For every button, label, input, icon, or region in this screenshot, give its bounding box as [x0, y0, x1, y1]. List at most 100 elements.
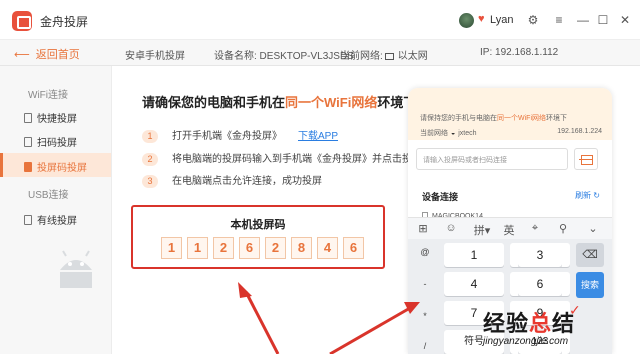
- refresh-icon: ↻: [593, 191, 600, 200]
- step-1: 1 打开手机端《金舟投屏》 下载APP: [142, 127, 338, 143]
- cast-code-box: 本机投屏码 1 1 2 6 2 8 4 6: [131, 205, 385, 269]
- key-3[interactable]: 3: [518, 243, 562, 267]
- step-number: 3: [142, 175, 158, 188]
- phone-tip-suffix: 环境下: [546, 115, 567, 122]
- sidebar-item-label: 有线投屏: [37, 216, 77, 227]
- code-digit: 2: [265, 237, 286, 259]
- sidebar-item-wired-cast[interactable]: 有线投屏: [24, 212, 77, 227]
- ip-address: IP: 192.168.1.112: [480, 47, 559, 58]
- settings-icon[interactable]: ⚙: [524, 11, 542, 29]
- key-6[interactable]: 6: [518, 272, 562, 296]
- sidebar-item-quick-cast[interactable]: 快捷投屏: [24, 110, 77, 125]
- maximize-button[interactable]: ☐: [594, 11, 612, 29]
- mode-label: 安卓手机投屏: [125, 51, 185, 62]
- sidebar: WiFi连接 快捷投屏 扫码投屏 投屏码投屏 USB连接 有线投屏: [0, 66, 112, 354]
- step-3: 3 在电脑端点击允许连接，成功投屏: [142, 172, 322, 188]
- key-at[interactable]: @: [414, 247, 436, 257]
- watermark-text-b: 总: [529, 312, 553, 337]
- app-logo-icon: [12, 11, 32, 31]
- search-icon[interactable]: ⚲: [554, 222, 572, 235]
- phone-icon: [24, 113, 32, 123]
- monitor-icon: [384, 53, 394, 60]
- phone-header: 请保持您的手机与电脑在同一个WiFi网络环境下 当前网络 ◒ jxtech 192.…: [408, 88, 612, 140]
- key-dash[interactable]: -: [414, 279, 436, 289]
- network-value: 以太网: [397, 51, 428, 62]
- code-digit: 2: [213, 237, 234, 259]
- title-prefix: 请确保您的电脑和手机在: [142, 95, 286, 110]
- code-digit: 6: [343, 237, 364, 259]
- code-digit: 8: [291, 237, 312, 259]
- close-button[interactable]: ✕: [616, 11, 634, 29]
- emoji-icon[interactable]: ☺: [442, 222, 460, 234]
- device-connect-title: 设备连接: [422, 192, 459, 202]
- watermark: 经验总结 ✓ jingyanzongjie.com: [483, 302, 581, 347]
- code-digit: 4: [317, 237, 338, 259]
- cast-code-title: 本机投屏码: [230, 219, 286, 231]
- user-name[interactable]: Lyan: [490, 14, 513, 26]
- network-status: 当前网络: 以太网: [340, 47, 428, 62]
- wifi-icon: ◒: [451, 130, 456, 137]
- back-home-button[interactable]: ⟵ 返回首页: [14, 46, 80, 62]
- qr-scan-icon: [24, 137, 32, 147]
- main-title: 请确保您的电脑和手机在同一个WiFi网络环境下: [142, 92, 416, 111]
- backspace-key[interactable]: ⌫: [576, 243, 604, 267]
- usb-icon: [24, 215, 32, 225]
- sidebar-item-code-cast[interactable]: 投屏码投屏: [0, 153, 111, 177]
- sidebar-item-label: 快捷投屏: [37, 114, 77, 125]
- grid-icon[interactable]: ⊞: [414, 222, 432, 235]
- watermark-url: jingyanzongjie.com: [483, 336, 569, 347]
- user-avatar[interactable]: [459, 13, 474, 28]
- scan-qr-button[interactable]: [574, 148, 598, 170]
- collapse-keyboard-icon[interactable]: ⌄: [584, 222, 602, 235]
- watermark-text-a: 经验: [483, 312, 530, 337]
- phone-network-name: jxtech: [458, 130, 477, 137]
- search-key[interactable]: 搜索: [576, 272, 604, 298]
- cursor-icon[interactable]: ⌖: [526, 222, 544, 235]
- phone-network: 当前网络 ◒ jxtech: [420, 128, 477, 138]
- vip-heart-icon: ♥: [478, 13, 485, 25]
- device-name: 设备名称: DESKTOP-VL3JSDS: [214, 51, 354, 62]
- phone-tip-highlight: 同一个WiFi网络: [497, 115, 546, 122]
- back-home-label: 返回首页: [35, 49, 80, 61]
- step-2: 2 将电脑端的投屏码输入到手机端《金舟投屏》并点击投屏: [142, 150, 422, 166]
- step-text: 在电脑端点击允许连接，成功投屏: [172, 176, 322, 187]
- pinyin-toggle[interactable]: 拼▾: [470, 222, 494, 238]
- refresh-button[interactable]: 刷新 ↻: [575, 190, 600, 201]
- key-4[interactable]: 4: [444, 272, 504, 296]
- info-bar: ⟵ 返回首页 安卓手机投屏 设备名称: DESKTOP-VL3JSDS 当前网络:…: [0, 40, 640, 66]
- sidebar-group-usb: USB连接: [28, 190, 69, 201]
- key-asterisk[interactable]: *: [414, 311, 436, 321]
- arrow-to-code-box: [244, 291, 280, 354]
- code-digit: 6: [239, 237, 260, 259]
- english-toggle[interactable]: 英: [500, 222, 518, 238]
- network-label: 当前网络:: [340, 51, 383, 62]
- sidebar-group-wifi: WiFi连接: [28, 90, 68, 101]
- step-text: 打开手机端《金舟投屏》: [172, 131, 282, 142]
- sidebar-item-label: 投屏码投屏: [37, 163, 87, 174]
- code-digit: 1: [187, 237, 208, 259]
- sidebar-item-scan-cast[interactable]: 扫码投屏: [24, 134, 77, 149]
- watermark-logo-text: 经验总结: [483, 306, 575, 338]
- arrow-head-up: [238, 282, 252, 298]
- menu-icon[interactable]: ≡: [550, 11, 568, 29]
- title-bar: 金舟投屏 ♥ Lyan ⚙ ≡ — ☐ ✕: [0, 0, 640, 40]
- phone-network-label: 当前网络: [420, 130, 448, 137]
- arrow-left-icon: ⟵: [14, 49, 30, 61]
- sidebar-item-label: 扫码投屏: [37, 138, 77, 149]
- step-text: 将电脑端的投屏码输入到手机端《金舟投屏》并点击投屏: [172, 154, 422, 165]
- phone-tip-prefix: 请保持您的手机与电脑在: [420, 115, 497, 122]
- phone-ip: 192.168.1.224: [557, 128, 602, 135]
- keyboard-toolbar: ⊞ ☺ 拼▾ 英 ⌖ ⚲ ⌄: [408, 217, 612, 239]
- android-mascot-icon: [60, 250, 92, 288]
- key-1[interactable]: 1: [444, 243, 504, 267]
- download-app-link[interactable]: 下载APP: [298, 131, 338, 142]
- key-slash[interactable]: /: [414, 341, 436, 351]
- title-highlight: 同一个WiFi网络: [285, 95, 378, 110]
- app-title: 金舟投屏: [40, 15, 89, 29]
- code-icon: [24, 162, 32, 172]
- arrow-to-keyboard: [329, 306, 411, 354]
- minimize-button[interactable]: —: [574, 11, 592, 29]
- cast-code-input[interactable]: 请输入投屏码或者扫码连接: [416, 148, 568, 170]
- checkmark-icon: ✓: [569, 302, 581, 318]
- step-number: 1: [142, 130, 158, 143]
